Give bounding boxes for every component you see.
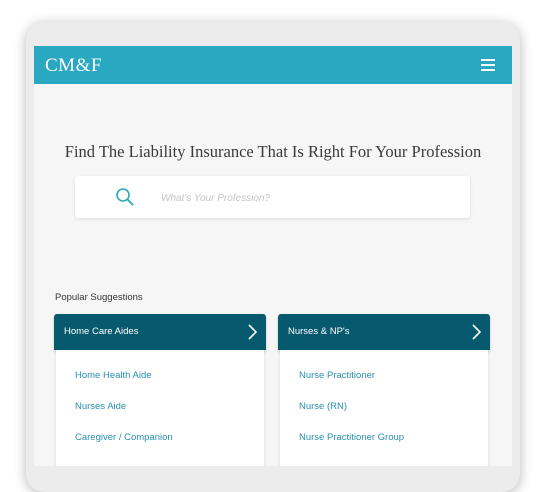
- chevron-right-icon: [248, 324, 257, 340]
- page-headline: Find The Liability Insurance That Is Rig…: [64, 142, 482, 161]
- chevron-right-icon: [472, 324, 481, 340]
- profession-search-box[interactable]: [75, 176, 470, 218]
- suggestion-card-nurses-nps: Nurses & NP's Nurse Practitioner Nurse (…: [278, 314, 490, 466]
- link-caregiver-companion[interactable]: Caregiver / Companion: [75, 432, 173, 443]
- card-header-home-care-aides[interactable]: Home Care Aides: [54, 314, 266, 350]
- popular-suggestions-label: Popular Suggestions: [55, 292, 143, 303]
- suggestion-card-home-care-aides: Home Care Aides Home Health Aide Nurses …: [54, 314, 266, 466]
- cmf-logo[interactable]: CM&F: [45, 55, 102, 77]
- browser-viewport: CM&F Find The Liability Insurance That I…: [34, 46, 512, 466]
- hamburger-menu-button[interactable]: [481, 59, 498, 72]
- hamburger-menu-icon: [481, 59, 495, 61]
- hamburger-menu-icon-line: [481, 64, 495, 66]
- card-header-nurses-nps[interactable]: Nurses & NP's: [278, 314, 490, 350]
- card-links-home-care-aides: Home Health Aide Nurses Aide Caregiver /…: [56, 350, 264, 466]
- profession-search-input[interactable]: [159, 187, 453, 209]
- link-home-health-aide[interactable]: Home Health Aide: [75, 370, 152, 381]
- link-nurse-practitioner-group[interactable]: Nurse Practitioner Group: [299, 432, 404, 443]
- card-links-nurses-nps: Nurse Practitioner Nurse (RN) Nurse Prac…: [280, 350, 488, 466]
- top-navbar: CM&F: [34, 46, 512, 84]
- link-nurse-practitioner[interactable]: Nurse Practitioner: [299, 370, 375, 381]
- card-title: Nurses & NP's: [288, 326, 350, 337]
- link-nurse-rn[interactable]: Nurse (RN): [299, 401, 347, 412]
- hamburger-menu-icon-line: [481, 69, 495, 71]
- search-icon[interactable]: [115, 187, 135, 207]
- link-nurses-aide[interactable]: Nurses Aide: [75, 401, 126, 412]
- card-title: Home Care Aides: [64, 326, 139, 337]
